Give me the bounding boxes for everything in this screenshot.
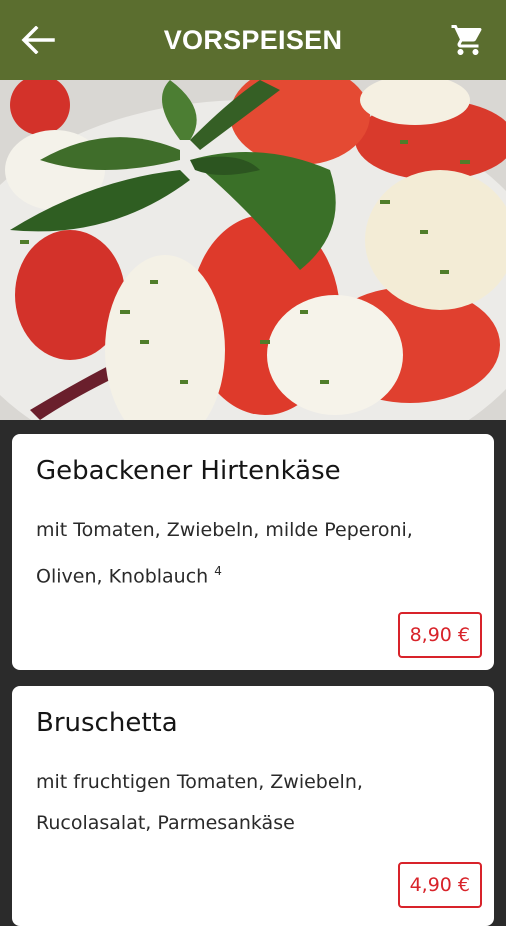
- cart-button[interactable]: [446, 18, 490, 62]
- menu-item-card[interactable]: Bruschetta mit fruchtigen Tomaten, Zwieb…: [12, 686, 494, 926]
- price-button[interactable]: 8,90 €: [397, 612, 482, 658]
- app-bar: VORSPEISEN: [0, 0, 506, 80]
- menu-item-name: Gebackener Hirtenkäse: [36, 456, 341, 486]
- menu-item-card[interactable]: Gebackener Hirtenkäse mit Tomaten, Zwieb…: [12, 434, 494, 670]
- menu-item-description: mit Tomaten, Zwiebeln, milde Peperoni, O…: [36, 519, 413, 588]
- caprese-salad-photo: [0, 80, 506, 420]
- allergen-footnote: 4: [214, 564, 222, 578]
- back-button[interactable]: [16, 20, 60, 60]
- menu-item-name: Bruschetta: [36, 708, 178, 738]
- arrow-left-icon: [21, 26, 55, 54]
- menu-item-description: mit fruchtigen Tomaten, Zwiebeln, Rucola…: [36, 771, 363, 834]
- shopping-cart-icon: [451, 25, 482, 55]
- page-title: VORSPEISEN: [163, 24, 343, 55]
- hero-image: [0, 80, 506, 420]
- price-button[interactable]: 4,90 €: [397, 862, 482, 908]
